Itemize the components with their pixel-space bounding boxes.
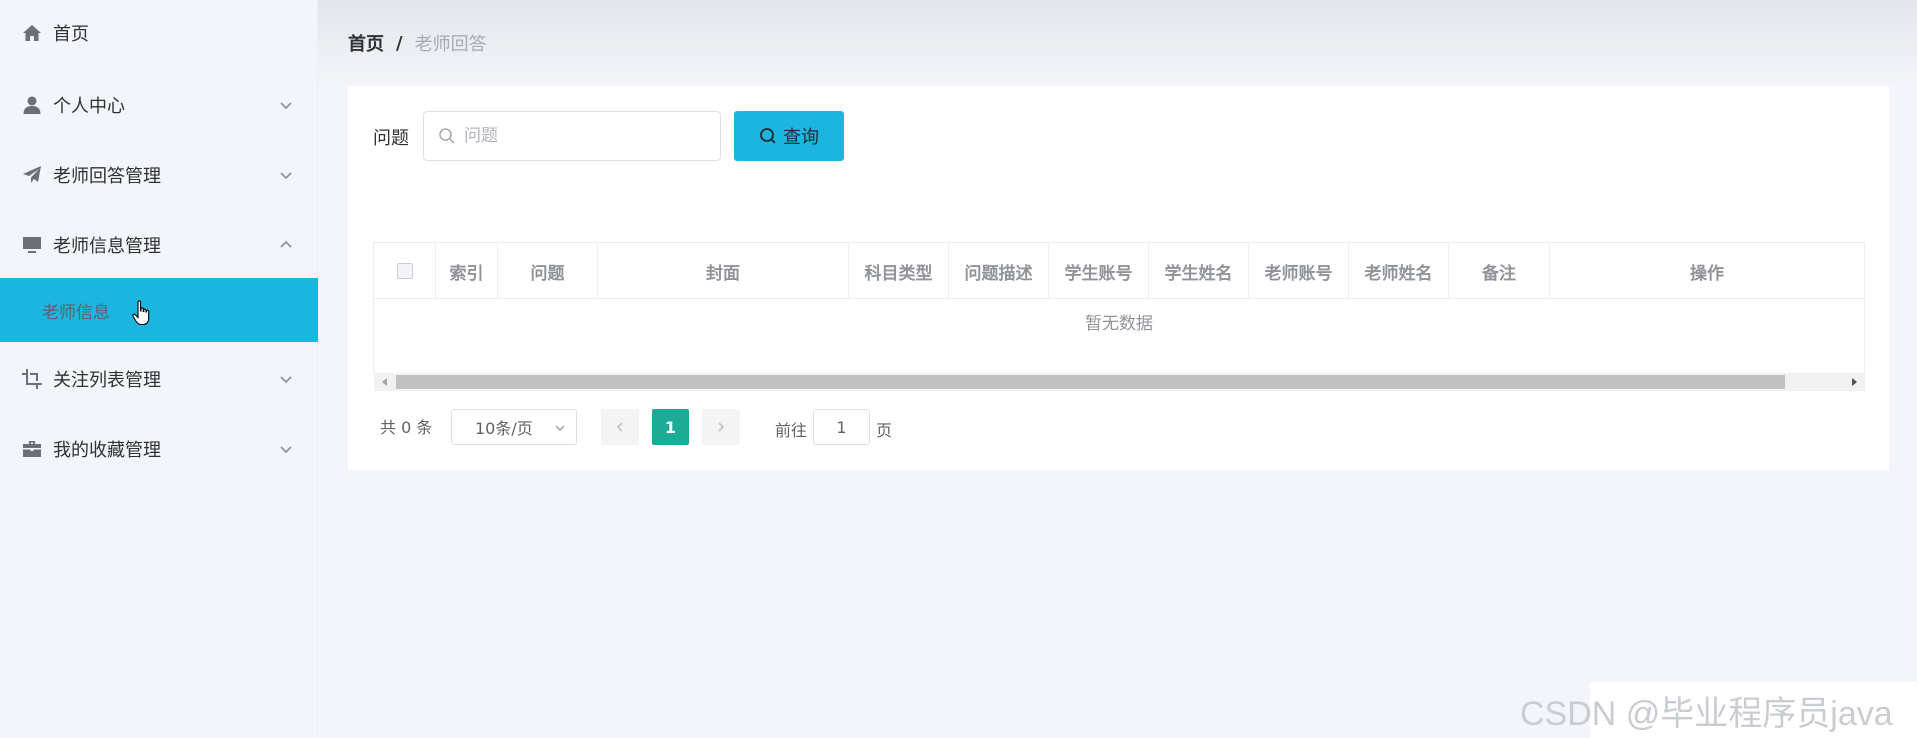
search-button-label: 查询 xyxy=(783,127,819,148)
breadcrumb-home[interactable]: 首页 xyxy=(348,30,384,56)
user-icon xyxy=(22,95,42,115)
column-header[interactable]: 问题 xyxy=(498,243,598,299)
crop-icon xyxy=(22,369,42,389)
header xyxy=(318,0,1917,86)
goto-suffix: 页 xyxy=(876,421,893,440)
sidebar-item-teacher-info[interactable]: 老师信息管理 xyxy=(0,214,318,276)
pagination-total: 共 0 条 xyxy=(380,418,433,437)
breadcrumb-current: 老师回答 xyxy=(414,34,487,55)
chevron-down-icon xyxy=(279,370,293,384)
hand-cursor-icon xyxy=(132,300,150,326)
column-header[interactable]: 封面 xyxy=(598,243,849,299)
briefcase-icon xyxy=(22,439,42,459)
column-header[interactable]: 索引 xyxy=(436,243,498,299)
column-header[interactable]: 老师姓名 xyxy=(1349,243,1449,299)
column-header[interactable]: 操作 xyxy=(1550,243,1864,299)
search-label: 问题 xyxy=(373,128,409,149)
chevron-left-icon xyxy=(616,422,623,432)
sidebar-item-label: 首页 xyxy=(53,24,89,45)
select-all-cell xyxy=(374,243,436,299)
chevron-right-icon xyxy=(718,422,725,432)
column-header[interactable]: 老师账号 xyxy=(1249,243,1349,299)
page-size-select[interactable]: 10条/页 xyxy=(451,409,577,445)
data-table: 索引 问题 封面 科目类型 问题描述 学生账号 学生姓名 老师账号 老师姓名 备… xyxy=(373,242,1865,374)
sidebar-item-label: 关注列表管理 xyxy=(53,370,161,391)
sidebar-item-teacher-answer[interactable]: 老师回答管理 xyxy=(0,144,318,206)
home-icon xyxy=(22,23,42,43)
empty-state-text: 暂无数据 xyxy=(1085,314,1153,334)
breadcrumb: 首页 / 老师回答 xyxy=(348,30,487,56)
prev-page-button[interactable] xyxy=(601,409,639,445)
send-icon xyxy=(22,165,42,185)
column-header[interactable]: 备注 xyxy=(1449,243,1550,299)
watermark: CSDN @毕业程序员java xyxy=(1520,695,1893,733)
search-icon xyxy=(760,128,776,144)
page-size-value: 10条/页 xyxy=(475,419,533,438)
goto-page-input[interactable]: 1 xyxy=(813,409,870,445)
sidebar-item-label: 个人中心 xyxy=(53,96,125,117)
column-header[interactable]: 学生账号 xyxy=(1049,243,1149,299)
page-number-active[interactable]: 1 xyxy=(652,409,689,445)
monitor-icon xyxy=(22,235,42,255)
sidebar-item-label: 我的收藏管理 xyxy=(53,440,161,461)
horizontal-scrollbar[interactable] xyxy=(374,373,1865,391)
chevron-down-icon xyxy=(279,96,293,110)
search-input-field[interactable] xyxy=(464,126,704,146)
select-all-checkbox[interactable] xyxy=(396,263,413,279)
scrollbar-thumb[interactable] xyxy=(396,375,1785,389)
sidebar-item-home[interactable]: 首页 xyxy=(0,2,318,64)
chevron-down-icon xyxy=(555,425,565,432)
goto-label: 前往 xyxy=(775,421,808,440)
column-header[interactable]: 科目类型 xyxy=(849,243,949,299)
search-button[interactable]: 查询 xyxy=(734,111,844,161)
search-input[interactable] xyxy=(423,111,721,161)
sidebar-item-profile[interactable]: 个人中心 xyxy=(0,74,318,136)
breadcrumb-separator: / xyxy=(396,32,403,54)
chevron-down-icon xyxy=(279,166,293,180)
sidebar-item-follow-list[interactable]: 关注列表管理 xyxy=(0,348,318,410)
sidebar-item-favorites[interactable]: 我的收藏管理 xyxy=(0,418,318,480)
chevron-up-icon xyxy=(279,236,293,250)
column-header[interactable]: 问题描述 xyxy=(949,243,1049,299)
sidebar-subitem-teacher-info[interactable]: 老师信息 xyxy=(0,278,318,342)
scroll-left-icon[interactable] xyxy=(382,378,387,386)
table-header: 索引 问题 封面 科目类型 问题描述 学生账号 学生姓名 老师账号 老师姓名 备… xyxy=(374,243,1864,299)
scroll-right-icon[interactable] xyxy=(1852,378,1857,386)
search-icon xyxy=(439,128,455,144)
sidebar-item-label: 老师回答管理 xyxy=(53,166,161,187)
sidebar: 首页 个人中心 老师回答管理 老师信息管理 老师信息 关注列表管理 我的收藏管理 xyxy=(0,0,318,738)
chevron-down-icon xyxy=(279,440,293,454)
sidebar-item-label: 老师信息管理 xyxy=(53,236,161,257)
next-page-button[interactable] xyxy=(702,409,740,445)
sidebar-subitem-label: 老师信息 xyxy=(42,302,110,323)
column-header[interactable]: 学生姓名 xyxy=(1149,243,1249,299)
